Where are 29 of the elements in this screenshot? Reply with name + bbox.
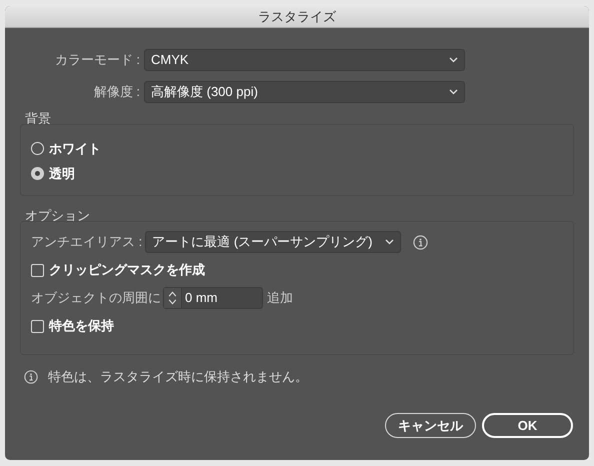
chevron-icon xyxy=(449,89,458,95)
group-title: オプション xyxy=(25,208,91,224)
info-icon xyxy=(413,234,428,250)
chevron-icon xyxy=(449,57,458,63)
chevron-icon xyxy=(385,239,394,245)
dropdown[interactable]: アートに最適 (スーパーサンプリング) xyxy=(145,231,402,253)
radio-label: 透明 xyxy=(49,166,75,182)
checkbox[interactable] xyxy=(31,320,44,332)
field-label: アンチエイリアス : xyxy=(31,234,144,250)
number-input[interactable]: 0 mm xyxy=(182,288,260,308)
checkbox[interactable] xyxy=(31,264,44,276)
dialog-button[interactable]: OK xyxy=(482,413,573,438)
window-title: ラスタライズ xyxy=(258,8,336,24)
checkbox-label: クリッピングマスクを作成 xyxy=(49,262,205,278)
radio-label: ホワイト xyxy=(49,140,101,156)
spin-field[interactable]: 0 mm xyxy=(163,287,263,309)
unit-label: 追加 xyxy=(267,290,293,306)
radio-button[interactable] xyxy=(31,167,44,180)
dropdown[interactable]: 高解像度 (300 ppi) xyxy=(144,81,465,103)
field-label: 解像度 : xyxy=(92,84,141,100)
dropdown[interactable]: CMYK xyxy=(144,49,465,71)
field-label: カラーモード : xyxy=(54,52,141,68)
radio-button[interactable] xyxy=(31,142,44,155)
info-message: 特色は、ラスタライズ時に保持されません。 xyxy=(48,369,308,385)
field-label: オブジェクトの周囲に xyxy=(31,290,162,306)
checkbox-label: 特色を保持 xyxy=(49,318,114,334)
dialog-button[interactable]: キャンセル xyxy=(385,413,476,438)
info-icon xyxy=(24,370,38,384)
stepper-icon[interactable] xyxy=(164,288,182,308)
